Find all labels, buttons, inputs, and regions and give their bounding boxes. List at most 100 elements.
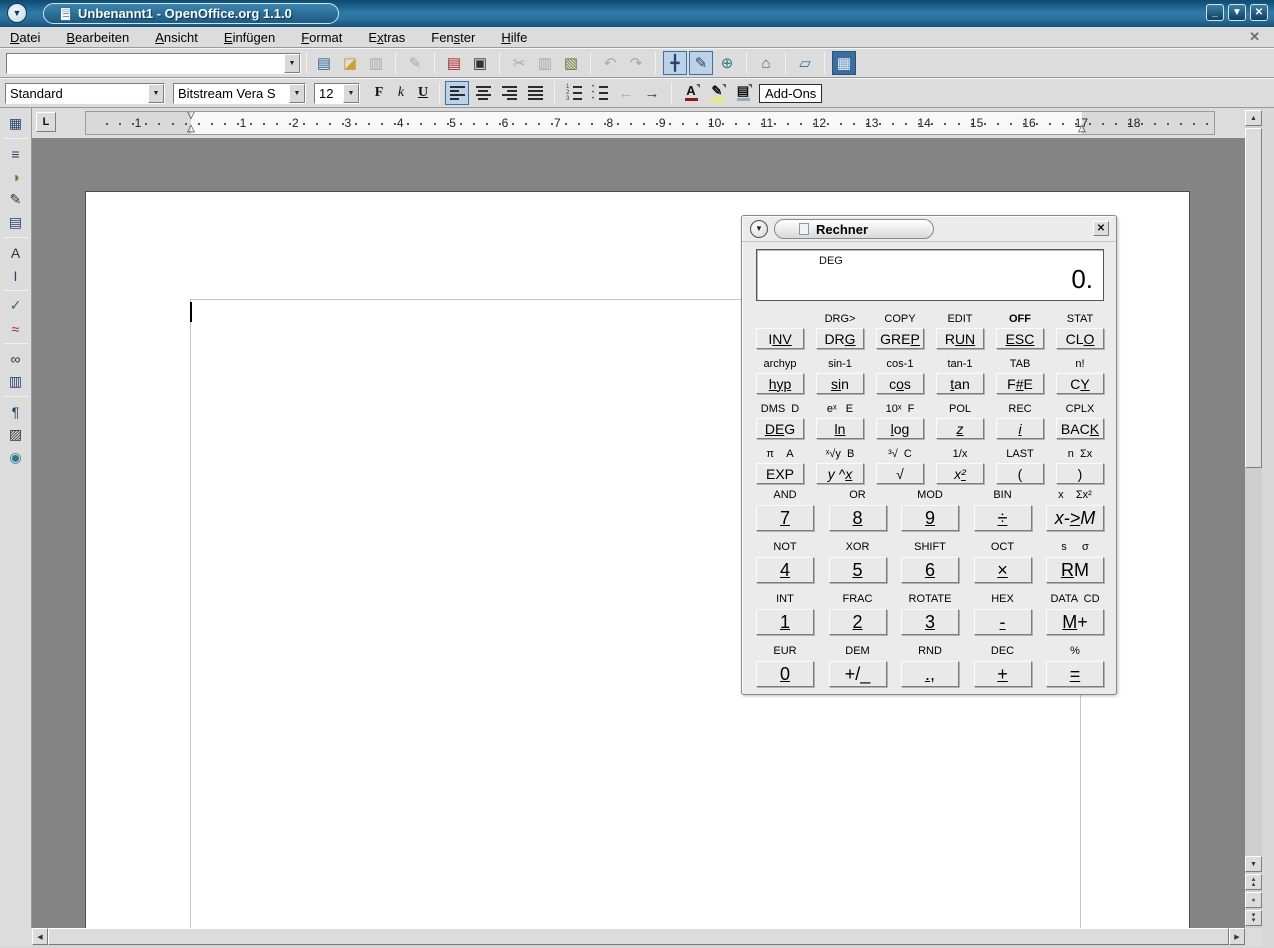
bullet-list-icon[interactable]: •••: [588, 81, 612, 105]
calc-button-5[interactable]: 5: [829, 557, 887, 583]
calc-button-tan[interactable]: tan: [936, 373, 984, 394]
close-button[interactable]: ✕: [1250, 4, 1268, 21]
cut-icon[interactable]: ✂: [507, 51, 531, 75]
edit-file-icon[interactable]: ✎: [403, 51, 427, 75]
close-document-icon[interactable]: ✕: [1249, 29, 1260, 45]
autotext-icon[interactable]: A: [4, 241, 28, 264]
calc-button-drg[interactable]: DRG: [816, 328, 864, 349]
calc-button-2[interactable]: 2: [829, 609, 887, 635]
gallery-icon[interactable]: ⌂: [754, 51, 778, 75]
scroll-right-button[interactable]: ▶: [1229, 928, 1245, 945]
addons-button[interactable]: Add-Ons: [759, 84, 822, 103]
calc-button-1[interactable]: 1: [756, 609, 814, 635]
calc-button-hyp[interactable]: hyp: [756, 373, 804, 394]
next-page-button[interactable]: ▾▾: [1245, 910, 1262, 926]
calc-button-7[interactable]: 7: [756, 505, 814, 531]
horizontal-ruler[interactable]: 1123456789101112131415161718▽△△: [85, 111, 1215, 135]
underline-button[interactable]: U: [412, 82, 434, 104]
print-icon[interactable]: ▣: [468, 51, 492, 75]
calc-button-3[interactable]: 3: [901, 609, 959, 635]
font-name-combobox[interactable]: Bitstream Vera S ▼: [173, 83, 306, 104]
scroll-left-button[interactable]: ◀: [32, 928, 48, 945]
autospellcheck-icon[interactable]: ≈: [4, 317, 28, 340]
calc-button-fe[interactable]: F#E: [996, 373, 1044, 394]
calculator-close-button[interactable]: ✕: [1093, 221, 1109, 236]
imagemap-icon[interactable]: ▱: [793, 51, 817, 75]
nonprinting-characters-icon[interactable]: ¶: [4, 400, 28, 423]
menu-einfgen[interactable]: Einfügen: [224, 30, 275, 45]
scroll-up-button[interactable]: ▲: [1245, 110, 1262, 126]
horizontal-scroll-thumb[interactable]: [48, 928, 1229, 945]
highlighting-icon[interactable]: ✎: [705, 81, 729, 105]
align-left-icon[interactable]: [445, 81, 469, 105]
bold-button[interactable]: F: [368, 82, 390, 104]
calc-button-[interactable]: ÷: [974, 505, 1032, 531]
find-icon[interactable]: ∞: [4, 347, 28, 370]
chevron-down-icon[interactable]: ▼: [343, 84, 359, 103]
menu-extras[interactable]: Extras: [368, 30, 405, 45]
scroll-down-button[interactable]: ▼: [1245, 856, 1262, 872]
insert-fields-icon[interactable]: ≡: [4, 142, 28, 165]
increase-indent-icon[interactable]: →: [640, 81, 664, 105]
insert-table-icon[interactable]: ▦: [4, 112, 28, 135]
menu-format[interactable]: Format: [301, 30, 342, 45]
paragraph-style-combobox[interactable]: Standard ▼: [5, 83, 165, 104]
calc-button-grep[interactable]: GREP: [876, 328, 924, 349]
font-size-combobox[interactable]: 12 ▼: [314, 83, 360, 104]
calc-button-[interactable]: ×: [974, 557, 1032, 583]
vertical-scroll-thumb[interactable]: [1245, 128, 1262, 468]
undo-icon[interactable]: ↶: [598, 51, 622, 75]
graphics-toggle-icon[interactable]: ▨: [4, 423, 28, 446]
calc-button-[interactable]: .,: [901, 661, 959, 687]
maximize-button[interactable]: ▼: [1228, 4, 1246, 21]
menu-fenster[interactable]: Fenster: [431, 30, 475, 45]
calc-button-[interactable]: -: [974, 609, 1032, 635]
calculator-menu-button[interactable]: ▼: [750, 220, 768, 238]
calc-button-[interactable]: =: [1046, 661, 1104, 687]
calc-button-9[interactable]: 9: [901, 505, 959, 531]
calc-button-rm[interactable]: RM: [1046, 557, 1104, 583]
online-layout-icon[interactable]: ◉: [4, 446, 28, 469]
calc-button-cy[interactable]: CY: [1056, 373, 1104, 394]
calc-button-z[interactable]: z: [936, 418, 984, 439]
calc-button-6[interactable]: 6: [901, 557, 959, 583]
url-combobox[interactable]: ▼: [6, 53, 301, 74]
font-color-icon[interactable]: A: [679, 81, 703, 105]
hyperlink-icon[interactable]: ⊕: [715, 51, 739, 75]
calc-button-[interactable]: +: [974, 661, 1032, 687]
calc-button-run[interactable]: RUN: [936, 328, 984, 349]
titlebar[interactable]: ▼ Unbenannt1 - OpenOffice.org 1.1.0 _ ▼ …: [0, 0, 1274, 27]
vertical-scrollbar[interactable]: ▲ ▼ ▴▴ ● ▾▾: [1245, 110, 1262, 928]
data-sources-icon[interactable]: ▥: [4, 370, 28, 393]
navigator-icon[interactable]: ╋: [663, 51, 687, 75]
calc-button-log[interactable]: log: [876, 418, 924, 439]
save-icon[interactable]: ▥: [364, 51, 388, 75]
calc-button-4[interactable]: 4: [756, 557, 814, 583]
calc-button-i[interactable]: i: [996, 418, 1044, 439]
calc-button-esc[interactable]: ESC: [996, 328, 1044, 349]
draw-functions-icon[interactable]: ✎: [4, 188, 28, 211]
insert-object-icon[interactable]: ◑: [4, 165, 28, 188]
align-right-icon[interactable]: [497, 81, 521, 105]
menu-ansicht[interactable]: Ansicht: [155, 30, 198, 45]
stylist-icon[interactable]: ✎: [689, 51, 713, 75]
calc-button-ln[interactable]: ln: [816, 418, 864, 439]
previous-page-button[interactable]: ▴▴: [1245, 874, 1262, 890]
menu-datei[interactable]: Datei: [10, 30, 40, 45]
horizontal-scrollbar[interactable]: ◀ ▶: [32, 928, 1245, 946]
export-pdf-icon[interactable]: ▤: [442, 51, 466, 75]
tab-type-selector[interactable]: L: [36, 112, 56, 132]
spellcheck-icon[interactable]: ✓: [4, 294, 28, 317]
calc-button-deg[interactable]: DEG: [756, 418, 804, 439]
url-input[interactable]: [7, 54, 284, 73]
decrease-indent-icon[interactable]: ←: [614, 81, 638, 105]
calc-button-xm[interactable]: x->M: [1046, 505, 1104, 531]
chevron-down-icon[interactable]: ▼: [289, 84, 305, 103]
calc-button-sin[interactable]: sin: [816, 373, 864, 394]
paste-icon[interactable]: ▧: [559, 51, 583, 75]
window-menu-button[interactable]: ▼: [7, 3, 27, 23]
calc-button-[interactable]: +/_: [829, 661, 887, 687]
minimize-button[interactable]: _: [1206, 4, 1224, 21]
align-center-icon[interactable]: [471, 81, 495, 105]
calculator-window[interactable]: ▼ Rechner ✕ DEG 0. DRG>COPYEDITOFFSTATIN…: [741, 215, 1117, 695]
